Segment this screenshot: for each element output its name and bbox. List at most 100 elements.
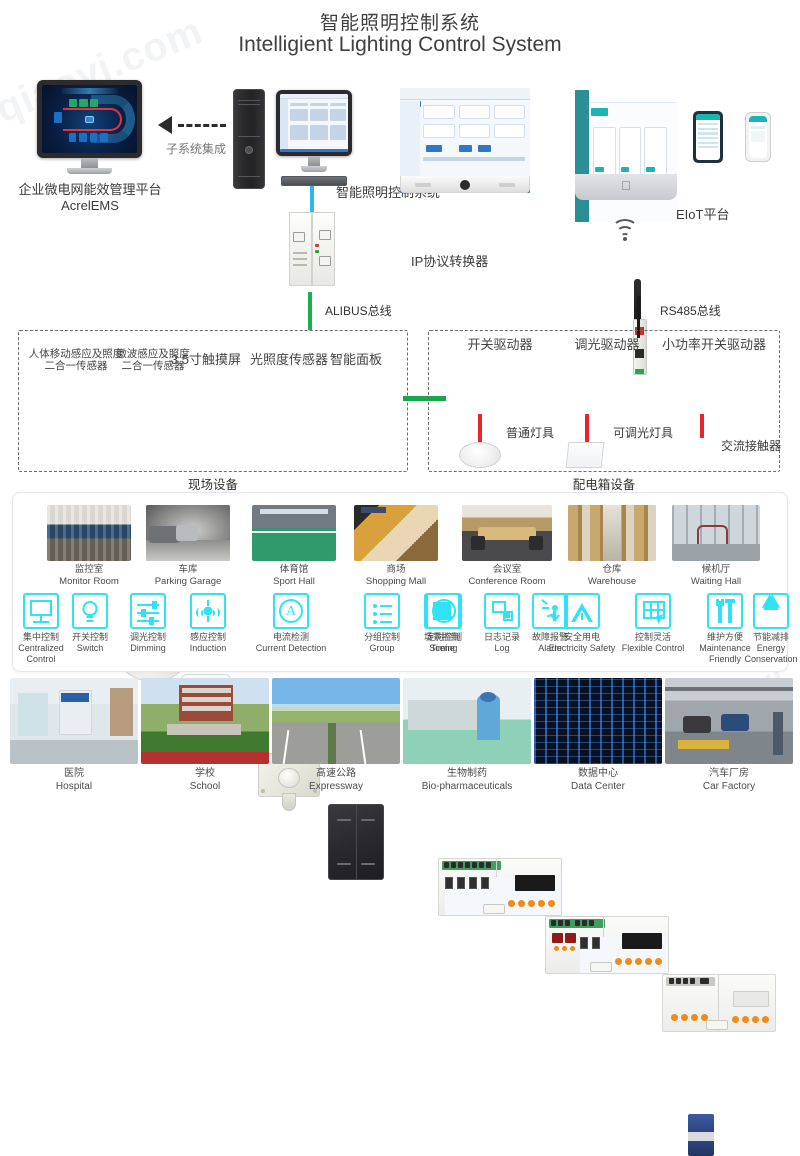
feature-label-cn-2: 调光控制: [129, 632, 166, 642]
scene-label-en-2: Sport Hall: [273, 575, 315, 587]
clock-icon: [426, 593, 462, 629]
grid-cursor-icon: [635, 593, 671, 629]
feature-label-cn-12: 维护方便: [706, 632, 743, 642]
switch-driver-icon: [438, 858, 562, 916]
sliders-icon: [130, 593, 166, 629]
scene-item-4: 会议室 Conference Room: [462, 505, 552, 587]
industry-label-en-0: Hospital: [55, 780, 93, 792]
feature-label-en-13: Energy Conservation: [744, 643, 798, 664]
feature-item-13[interactable]: 节能减排 Energy Conservation: [740, 593, 800, 665]
industry-label-cn-5: 汽车厂房: [709, 768, 749, 779]
feature-item-11[interactable]: 控制灵活 Flexible Control: [612, 593, 694, 654]
industry-thumb-5: [665, 678, 793, 764]
scene-label-cn-1: 车库: [178, 564, 198, 575]
feature-label-en-8: Log: [494, 643, 510, 653]
scene-thumb-0: [47, 505, 131, 561]
feature-item-3[interactable]: 感应控制 Induction: [178, 593, 238, 654]
ampere-circle-icon: A: [273, 593, 309, 629]
tools-icon: [707, 593, 743, 629]
industry-item-5: 汽车厂房 Car Factory: [665, 678, 793, 793]
bus-label-rs485: RS485总线: [660, 304, 721, 318]
industry-item-1: 学校 School: [141, 678, 269, 793]
cabinet-device-2-load-label: 可调光灯具: [613, 426, 674, 440]
scene-item-3: 商场 Shopping Mall: [354, 505, 438, 587]
warning-triangle-icon: [564, 593, 600, 629]
feature-label-en-1: Switch: [76, 643, 104, 653]
industry-label-en-2: Expressway: [309, 780, 363, 792]
industry-label-cn-1: 学校: [195, 768, 215, 779]
scene-thumb-1: [146, 505, 230, 561]
scene-label-en-5: Warehouse: [587, 575, 637, 587]
industry-thumb-0: [10, 678, 138, 764]
bulb-icon: [72, 593, 108, 629]
page-title-en: Intelligient Lighting Control System: [238, 33, 562, 56]
dimmable-lamp-icon: [565, 442, 605, 468]
feature-item-1[interactable]: 开关控制 Switch: [62, 593, 118, 654]
scene-label-cn-5: 仓库: [602, 564, 622, 575]
bus-line-blue: [310, 186, 314, 212]
industry-item-4: 数据中心 Data Center: [534, 678, 662, 793]
monitor-icon: [23, 593, 59, 629]
scene-label-cn-2: 体育馆: [279, 564, 309, 575]
sensor-wave-icon: [190, 593, 226, 629]
industry-label-en-4: Data Center: [571, 780, 625, 792]
wifi-icon: [608, 215, 642, 241]
subsystem-arrow-label: 子系统集成: [165, 142, 226, 156]
scene-label-cn-6: 候机厅: [701, 564, 731, 575]
industry-item-2: 高速公路 Expressway: [272, 678, 400, 793]
recycle-icon: [753, 593, 789, 629]
field-device-5: 智能面板: [313, 352, 399, 367]
acrelems-label-cn: 企业微电网能效管理平台: [18, 182, 162, 197]
field-device-5-label: 智能面板: [329, 352, 382, 367]
acrelems-monitor: [37, 80, 142, 174]
scene-thumb-4: [462, 505, 552, 561]
scene-label-en-4: Conference Room: [468, 575, 546, 587]
feature-item-5[interactable]: 分组控制 Group: [352, 593, 412, 654]
low-power-switch-driver-icon: [662, 974, 776, 1032]
diagram-canvas: qiaoyi.com qianmaoyi 智能照明控制系统 Intelligie…: [0, 0, 800, 1156]
load-line-2: [585, 414, 589, 442]
feature-label-cn-10: 安全用电: [563, 632, 600, 642]
scene-label-en-1: Parking Garage: [154, 575, 222, 587]
save-icon: [484, 593, 520, 629]
page-title-cn: 智能照明控制系统: [319, 13, 480, 34]
feature-label-cn-3: 感应控制: [189, 632, 226, 642]
industry-item-0: 医院 Hospital: [10, 678, 138, 793]
scene-thumb-5: [568, 505, 656, 561]
feature-item-2[interactable]: 调光控制 Dimming: [118, 593, 178, 654]
feature-label-en-11: Flexible Control: [621, 643, 685, 653]
feature-label-cn-11: 控制灵活: [634, 632, 671, 642]
bus-line-alibus: [308, 292, 312, 330]
feature-label-cn-1: 开关控制: [71, 632, 108, 642]
scene-label-en-6: Waiting Hall: [690, 575, 742, 587]
scene-label-cn-0: 监控室: [74, 564, 104, 575]
industry-label-en-3: Bio-pharmaceuticals: [421, 780, 513, 792]
feature-label-en-2: Dimming: [130, 643, 166, 653]
industry-label-en-5: Car Factory: [702, 780, 756, 792]
feature-label-cn-8: 日志记录: [483, 632, 520, 642]
industry-thumb-3: [403, 678, 531, 764]
eiot-tablet: [693, 111, 723, 163]
monitor-neck: [81, 158, 98, 168]
panel-pc-screen: [400, 88, 530, 193]
feature-item-4[interactable]: A 电流检测 Current Detection: [238, 593, 344, 654]
ordinary-lamp-icon: [459, 442, 501, 468]
smart-panel-icon: [328, 804, 384, 880]
eiot-phone: [745, 112, 771, 162]
field-device-3-label: 3.5寸触摸屏: [170, 352, 242, 367]
feature-item-0[interactable]: 集中控制 Centralized Control: [14, 593, 68, 665]
feature-label-en-0: Centralized Control: [18, 643, 64, 664]
monitor-base: [67, 168, 112, 174]
eiot-imac: : [575, 90, 677, 222]
list-icon: [364, 593, 400, 629]
scene-item-2: 体育馆 Sport Hall: [252, 505, 336, 587]
cabinet-device-3-load-label: 交流接触器: [721, 439, 782, 453]
industry-thumb-1: [141, 678, 269, 764]
workstation-monitor: [276, 90, 352, 172]
scene-item-6: 候机厅 Waiting Hall: [672, 505, 760, 587]
cabinet-device-1-load-label: 普通灯具: [506, 426, 555, 440]
bus-label-alibus: ALIBUS总线: [325, 304, 392, 318]
industry-item-3: 生物制药 Bio-pharmaceuticals: [403, 678, 531, 793]
feature-item-7[interactable]: 定时控制 Timing: [414, 593, 474, 654]
eiot-label: EIoT平台: [676, 207, 730, 222]
